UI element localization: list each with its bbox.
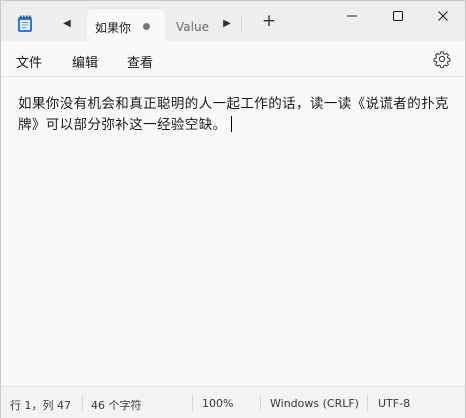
cursor-position: 行 1，列 47: [10, 399, 71, 412]
tab-active[interactable]: 如果你: [87, 9, 165, 41]
status-divider: [367, 395, 368, 411]
line-ending[interactable]: Windows (CRLF): [270, 397, 359, 410]
menu-file[interactable]: 文件: [16, 52, 42, 71]
tab-label: Value: [176, 20, 209, 34]
minimize-button[interactable]: [329, 1, 375, 31]
status-divider: [192, 395, 193, 411]
tab-divider: [241, 17, 242, 31]
gear-icon[interactable]: [433, 50, 451, 69]
close-button[interactable]: [420, 1, 466, 31]
status-divider: [82, 395, 83, 411]
scroll-tabs-left-button[interactable]: ◀: [57, 13, 77, 33]
encoding[interactable]: UTF-8: [378, 397, 410, 410]
maximize-button[interactable]: [375, 1, 421, 31]
unsaved-dot-icon: [143, 23, 150, 30]
scroll-tabs-right-button[interactable]: ▶: [217, 13, 237, 33]
menu-bar: 文件 编辑 查看: [1, 41, 465, 77]
text-caret: [230, 116, 232, 132]
title-bar[interactable]: ◀ 如果你 Value ▶ +: [1, 1, 465, 41]
minimize-icon: [347, 15, 357, 17]
status-divider: [260, 395, 261, 411]
zoom-level[interactable]: 100%: [202, 397, 233, 410]
notepad-icon: [17, 15, 33, 33]
status-bar: 行 1，列 47 46 个字符 100% Windows (CRLF) UTF-…: [1, 386, 465, 418]
notepad-window: ◀ 如果你 Value ▶ + 文件 编辑 查看 如果你没有机会和真正聪明的人一…: [0, 0, 466, 418]
close-icon: [438, 11, 448, 21]
menu-edit[interactable]: 编辑: [72, 52, 98, 71]
tab-label: 如果你: [95, 21, 132, 35]
text-editor[interactable]: 如果你没有机会和真正聪明的人一起工作的话，读一读《说谎者的扑克牌》可以部分弥补这…: [1, 78, 465, 385]
maximize-icon: [393, 11, 403, 21]
menu-view[interactable]: 查看: [127, 52, 153, 71]
character-count: 46 个字符: [91, 399, 142, 412]
document-text: 如果你没有机会和真正聪明的人一起工作的话，读一读《说谎者的扑克牌》可以部分弥补这…: [18, 96, 449, 133]
editor-content[interactable]: 如果你没有机会和真正聪明的人一起工作的话，读一读《说谎者的扑克牌》可以部分弥补这…: [18, 94, 458, 136]
new-tab-button[interactable]: +: [259, 11, 279, 31]
